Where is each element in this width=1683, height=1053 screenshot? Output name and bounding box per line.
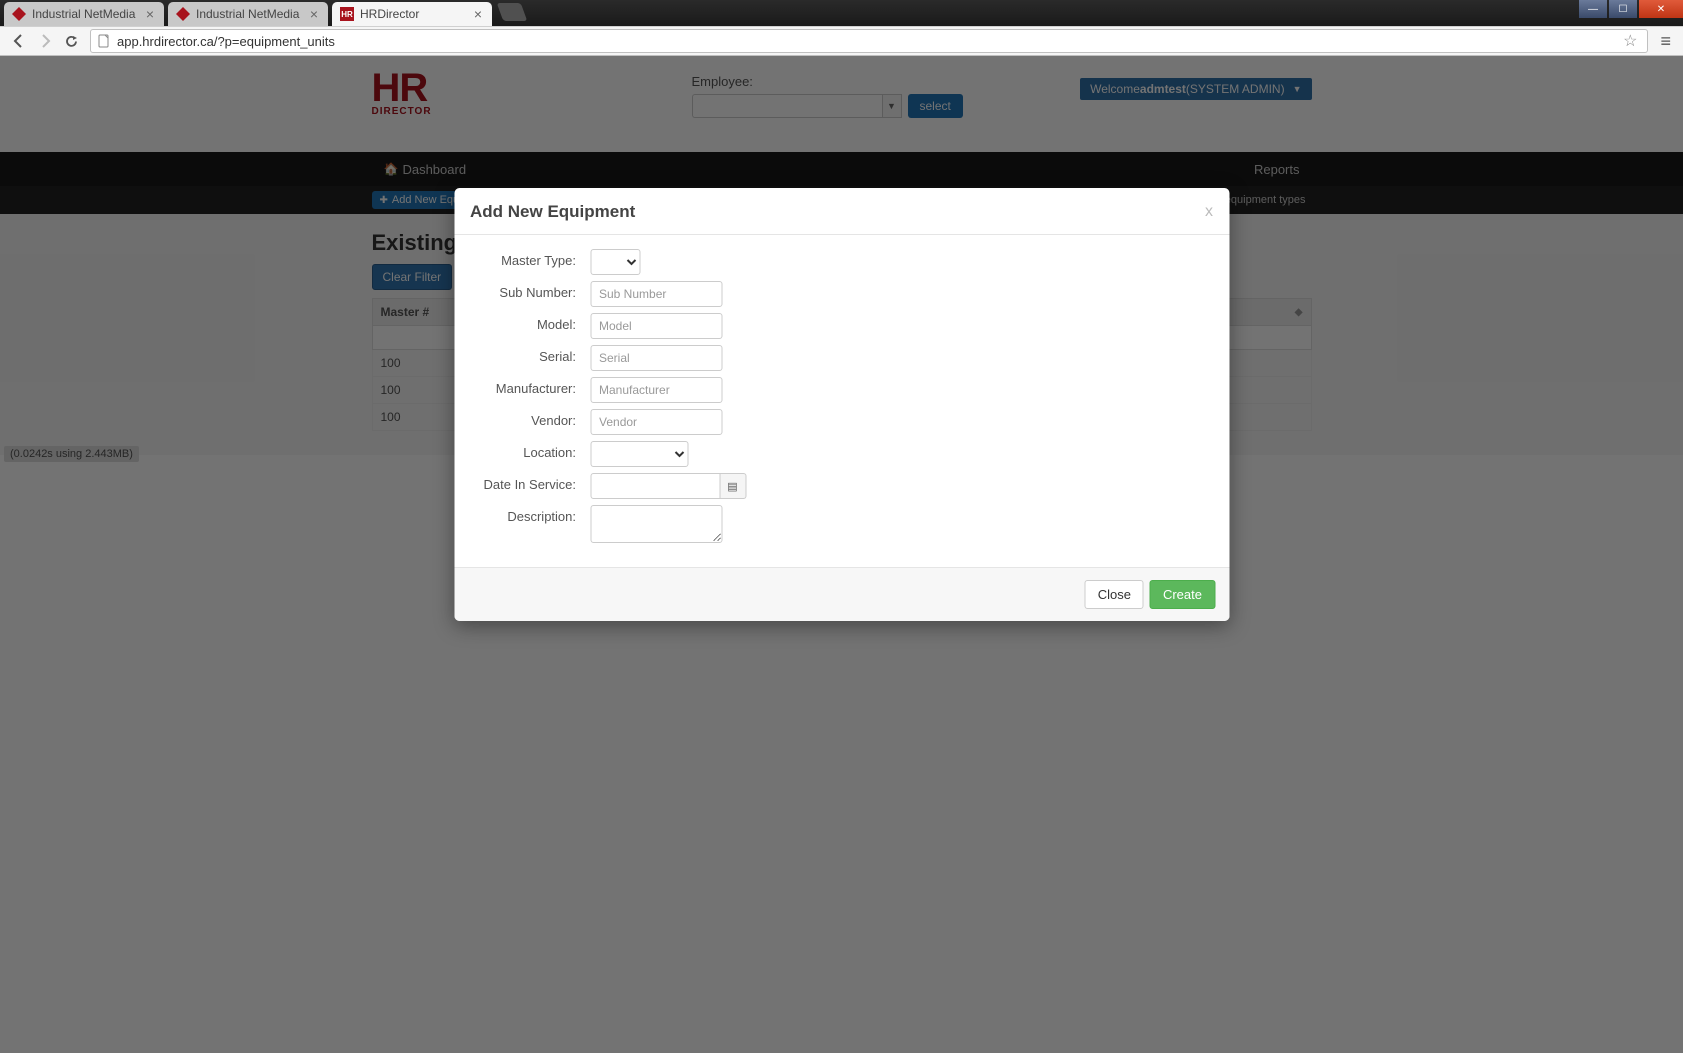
window-minimize-button[interactable]: — xyxy=(1579,0,1607,18)
input-location[interactable] xyxy=(590,441,688,467)
tab-close-icon[interactable]: × xyxy=(144,6,156,22)
back-button[interactable] xyxy=(6,29,32,53)
browser-tab-1[interactable]: Industrial NetMedia × xyxy=(4,2,164,26)
modal-header: Add New Equipment x xyxy=(454,188,1229,235)
label-vendor: Vendor: xyxy=(470,409,590,428)
label-sub-number: Sub Number: xyxy=(470,281,590,300)
add-equipment-modal: Add New Equipment x Master Type: Sub Num… xyxy=(454,188,1229,621)
bookmark-star-icon[interactable]: ☆ xyxy=(1619,31,1641,51)
window-controls: — ☐ ✕ xyxy=(1577,0,1683,20)
modal-close-footer-button[interactable]: Close xyxy=(1085,580,1144,609)
new-tab-button[interactable] xyxy=(497,3,528,21)
address-bar: app.hrdirector.ca/?p=equipment_units ☆ ≡ xyxy=(0,26,1683,56)
favicon-icon xyxy=(176,7,190,21)
input-date-in-service[interactable] xyxy=(590,473,720,499)
label-manufacturer: Manufacturer: xyxy=(470,377,590,396)
label-master-type: Master Type: xyxy=(470,249,590,268)
modal-body: Master Type: Sub Number: Model: Serial: … xyxy=(454,235,1229,567)
tab-close-icon[interactable]: × xyxy=(472,6,484,22)
modal-close-button[interactable]: x xyxy=(1205,203,1213,221)
tab-close-icon[interactable]: × xyxy=(308,6,320,22)
tab-title: Industrial NetMedia xyxy=(196,7,299,21)
input-vendor[interactable] xyxy=(590,409,722,435)
input-description[interactable] xyxy=(590,505,722,543)
modal-footer: Close Create xyxy=(454,567,1229,621)
modal-title: Add New Equipment xyxy=(470,202,635,222)
favicon-icon xyxy=(12,7,26,21)
favicon-icon: HR xyxy=(340,7,354,21)
input-serial[interactable] xyxy=(590,345,722,371)
date-picker-button[interactable]: ▤ xyxy=(720,473,746,499)
arrow-left-icon xyxy=(11,33,27,49)
browser-tab-2[interactable]: Industrial NetMedia × xyxy=(168,2,328,26)
chrome-menu-button[interactable]: ≡ xyxy=(1654,31,1677,52)
arrow-right-icon xyxy=(37,33,53,49)
url-input[interactable]: app.hrdirector.ca/?p=equipment_units ☆ xyxy=(90,29,1648,53)
reload-icon xyxy=(64,34,79,49)
browser-tab-bar: Industrial NetMedia × Industrial NetMedi… xyxy=(0,0,1683,26)
label-model: Model: xyxy=(470,313,590,332)
input-master-type[interactable] xyxy=(590,249,640,275)
url-text: app.hrdirector.ca/?p=equipment_units xyxy=(117,34,335,49)
tab-title: Industrial NetMedia xyxy=(32,7,135,21)
input-manufacturer[interactable] xyxy=(590,377,722,403)
modal-create-button[interactable]: Create xyxy=(1150,580,1215,609)
window-close-button[interactable]: ✕ xyxy=(1639,0,1683,18)
window-maximize-button[interactable]: ☐ xyxy=(1609,0,1637,18)
label-location: Location: xyxy=(470,441,590,460)
label-date-in-service: Date In Service: xyxy=(470,473,590,492)
label-serial: Serial: xyxy=(470,345,590,364)
input-model[interactable] xyxy=(590,313,722,339)
reload-button[interactable] xyxy=(58,29,84,53)
browser-tab-3-active[interactable]: HR HRDirector × xyxy=(332,2,492,26)
calendar-icon: ▤ xyxy=(727,480,737,493)
input-sub-number[interactable] xyxy=(590,281,722,307)
page-icon xyxy=(97,34,111,48)
tab-title: HRDirector xyxy=(360,7,419,21)
label-description: Description: xyxy=(470,505,590,524)
forward-button[interactable] xyxy=(32,29,58,53)
